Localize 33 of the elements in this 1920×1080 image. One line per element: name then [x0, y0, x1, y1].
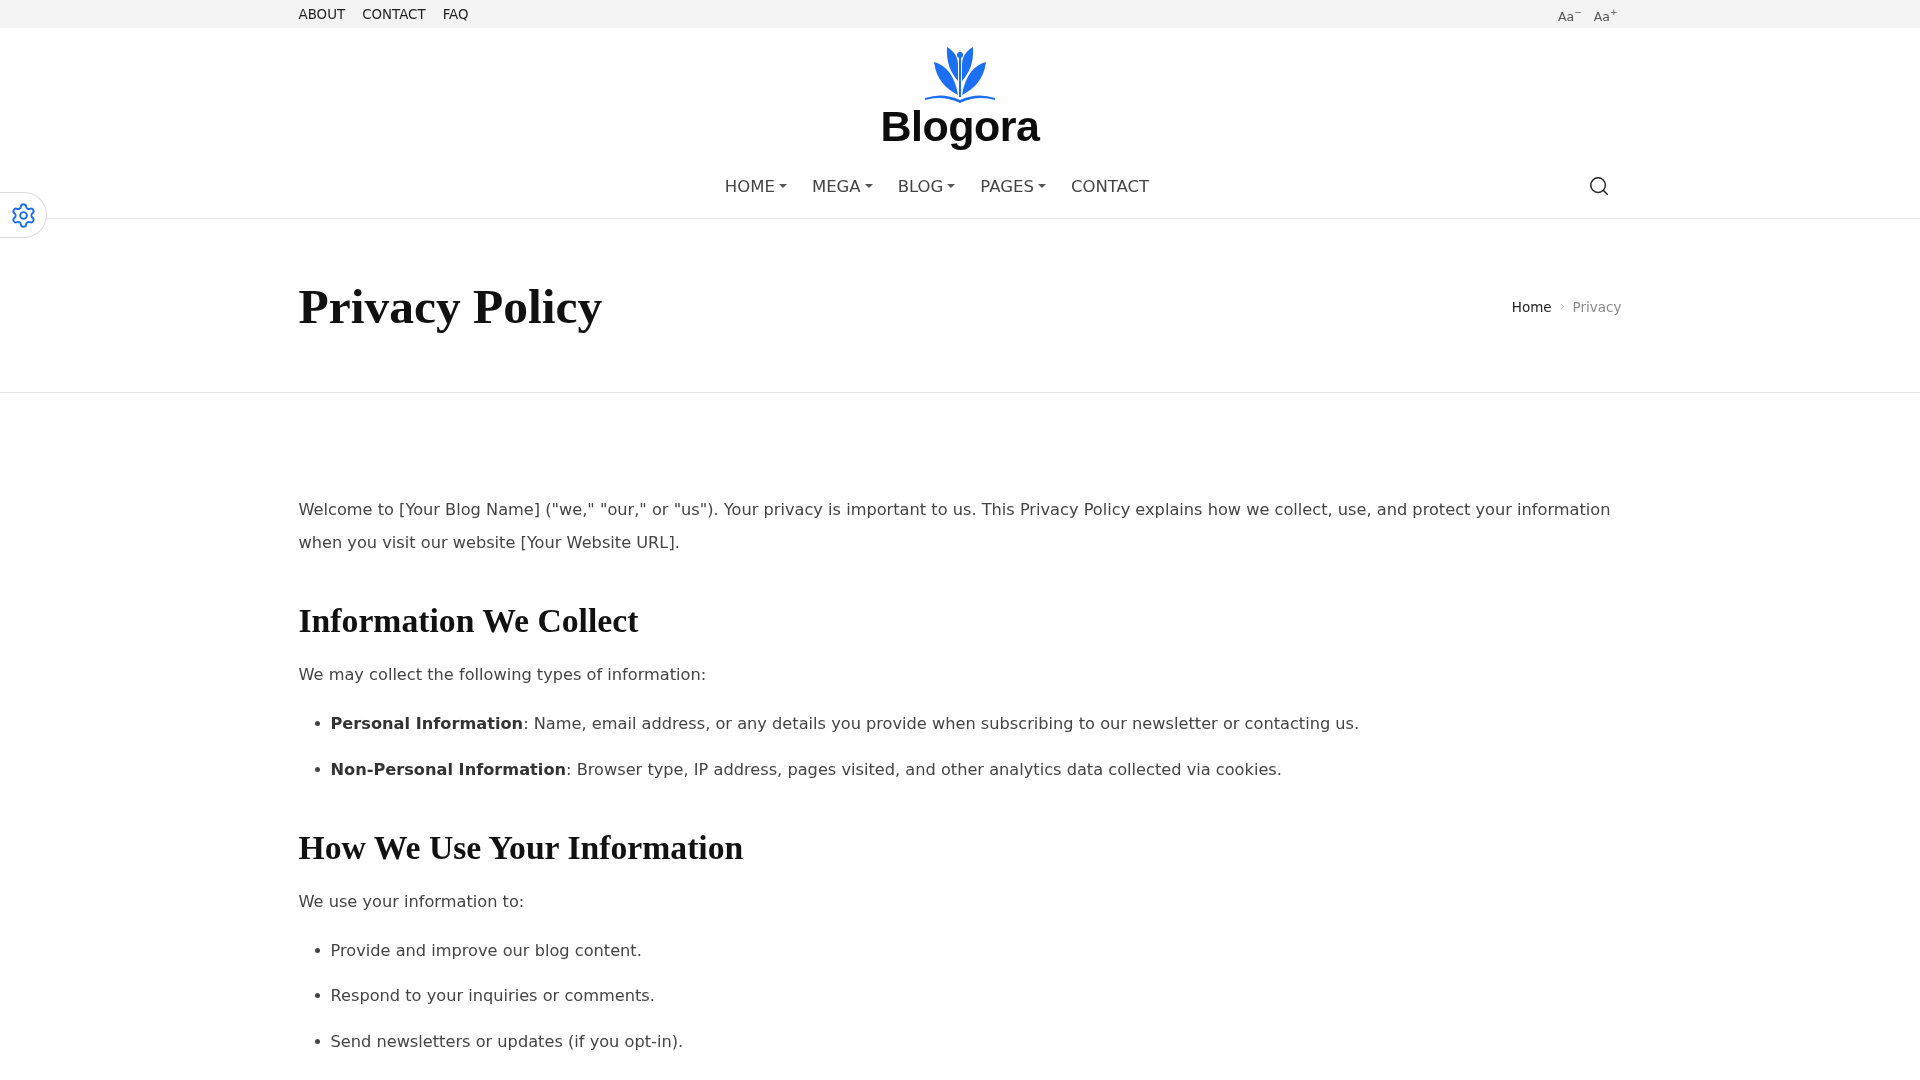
top-link[interactable]: ABOUT — [298, 6, 346, 22]
paragraph: We may collect the following types of information: — [298, 664, 708, 686]
top-link[interactable]: CONTACT — [362, 6, 426, 22]
nav-link[interactable]: MEGA — [811, 176, 873, 196]
nav-link[interactable]: PAGES — [980, 176, 1046, 196]
paragraph: Welcome to [Your Blog Name] ("we," "our," or "us"). Your privacy is important to us. This Privacy Policy explains how we collect, use, and protect your information when you visit our website [Your Website URL]. — [298, 499, 1612, 554]
section-heading: How We Use Your Information — [298, 827, 745, 868]
home-link[interactable]: Home — [1511, 298, 1552, 315]
bullet-icon — [314, 947, 320, 953]
list-item-text: Send newsletters or updates (if you opt-in). — [330, 1030, 684, 1053]
nav-link[interactable]: CONTACT — [1070, 176, 1150, 196]
nav-link[interactable]: HOME — [724, 176, 787, 196]
search-icon[interactable] — [1587, 175, 1610, 197]
list-item-text: Personal Information: Name, email address, or any details you provide when subscribing to our newsletter or contacting us. — [330, 713, 1360, 735]
logo-text[interactable]: Blogora — [880, 103, 1040, 149]
nav-link[interactable]: BLOG — [897, 176, 956, 196]
bullet-icon — [314, 721, 320, 726]
font-size-button[interactable]: Aa$^{+}$ — [1593, 4, 1618, 24]
list-item-text: Non-Personal Information: Browser type, IP address, pages visited, and other analytics data collected via cookies. — [330, 758, 1282, 781]
section-heading: Information We Collect — [298, 601, 640, 641]
list-item-text: Provide and improve our blog content. — [330, 939, 642, 962]
bullet-icon — [314, 1038, 320, 1044]
page-title: Privacy Policy — [298, 277, 603, 336]
list-item-text: Respond to your inquiries or comments. — [330, 985, 655, 1007]
current-page-text: Privacy — [1572, 298, 1622, 315]
paragraph: We use your information to: — [298, 890, 526, 913]
settings-icon — [9, 201, 37, 229]
top-link[interactable]: FAQ — [442, 6, 469, 22]
book-leaves-logo-icon — [924, 45, 996, 105]
settings-button[interactable] — [0, 192, 47, 238]
font-size-button[interactable]: Aa$^{−}$ — [1557, 4, 1582, 24]
bullet-icon — [314, 766, 320, 772]
bullet-icon — [314, 993, 320, 998]
